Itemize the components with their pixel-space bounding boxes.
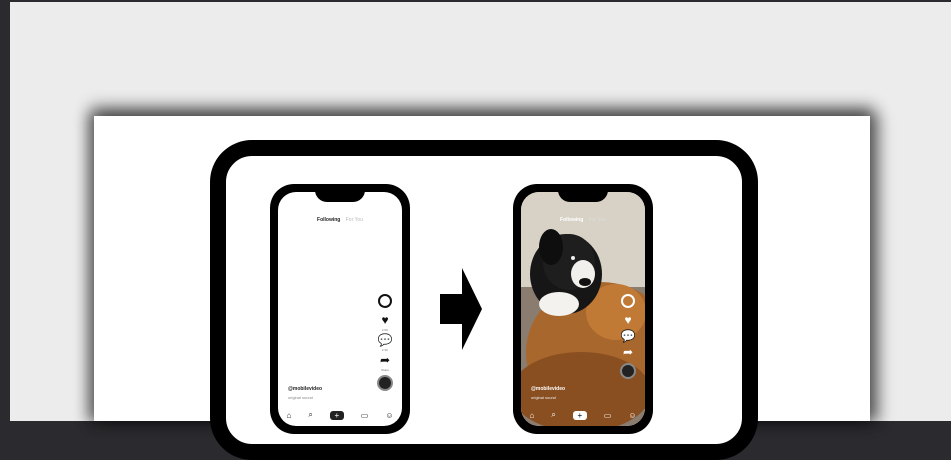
plus-icon[interactable]: +	[329, 410, 344, 420]
profile-icon[interactable]	[621, 294, 635, 308]
phone-screen-video: Following For You ♥ 💬 ➦ @mobilevideo ori…	[521, 192, 645, 426]
comment-icon[interactable]: 💬	[619, 328, 637, 344]
caption-sound[interactable]: original sound	[531, 395, 565, 400]
me-icon[interactable]: ☺	[385, 411, 393, 420]
profile-icon[interactable]	[378, 294, 392, 308]
music-disc-icon[interactable]	[377, 375, 393, 391]
heart-icon[interactable]: ♥	[376, 312, 394, 328]
share-icon[interactable]: ➦	[619, 344, 637, 360]
me-icon[interactable]: ☺	[628, 411, 636, 420]
video-caption: @mobilevideo original sound	[531, 386, 565, 400]
home-icon[interactable]: ⌂	[529, 411, 534, 420]
caption-username[interactable]: @mobilevideo	[288, 386, 322, 392]
action-rail: ♥ 💬 ➦	[619, 294, 637, 379]
home-icon[interactable]: ⌂	[286, 411, 291, 420]
search-icon[interactable]: ⌕	[308, 410, 312, 420]
video-caption: @mobilevideo original sound	[288, 386, 322, 400]
tab-following[interactable]: Following	[560, 217, 583, 223]
music-disc-icon[interactable]	[620, 363, 636, 379]
phone-notch	[315, 190, 365, 202]
phone-notch	[558, 190, 608, 202]
action-rail: ♥ 4.5K 💬 2.3K ➦ Share	[376, 294, 394, 391]
bottom-nav: ⌂ ⌕ + ▭ ☺	[278, 408, 402, 422]
caption-sound[interactable]: original sound	[288, 395, 322, 400]
share-icon[interactable]: ➦	[376, 352, 394, 368]
feed-tabs: Following For You	[521, 217, 645, 223]
plus-icon[interactable]: +	[572, 410, 587, 420]
phone-before: Following For You ♥ 4.5K 💬 2.3K ➦ Share …	[270, 184, 410, 434]
right-arrow-icon	[440, 268, 482, 350]
tab-for-you[interactable]: For You	[346, 217, 363, 223]
heart-icon[interactable]: ♥	[619, 312, 637, 328]
caption-username[interactable]: @mobilevideo	[531, 386, 565, 392]
search-icon[interactable]: ⌕	[551, 410, 555, 420]
tab-for-you[interactable]: For You	[589, 217, 606, 223]
phone-screen-blank: Following For You ♥ 4.5K 💬 2.3K ➦ Share …	[278, 192, 402, 426]
tab-following[interactable]: Following	[317, 217, 340, 223]
inbox-icon[interactable]: ▭	[361, 411, 369, 420]
share-label: Share	[380, 368, 389, 372]
comment-icon[interactable]: 💬	[376, 332, 394, 348]
feed-tabs: Following For You	[278, 217, 402, 223]
bottom-nav: ⌂ ⌕ + ▭ ☺	[521, 408, 645, 422]
phone-after: Following For You ♥ 💬 ➦ @mobilevideo ori…	[513, 184, 653, 434]
inbox-icon[interactable]: ▭	[604, 411, 612, 420]
